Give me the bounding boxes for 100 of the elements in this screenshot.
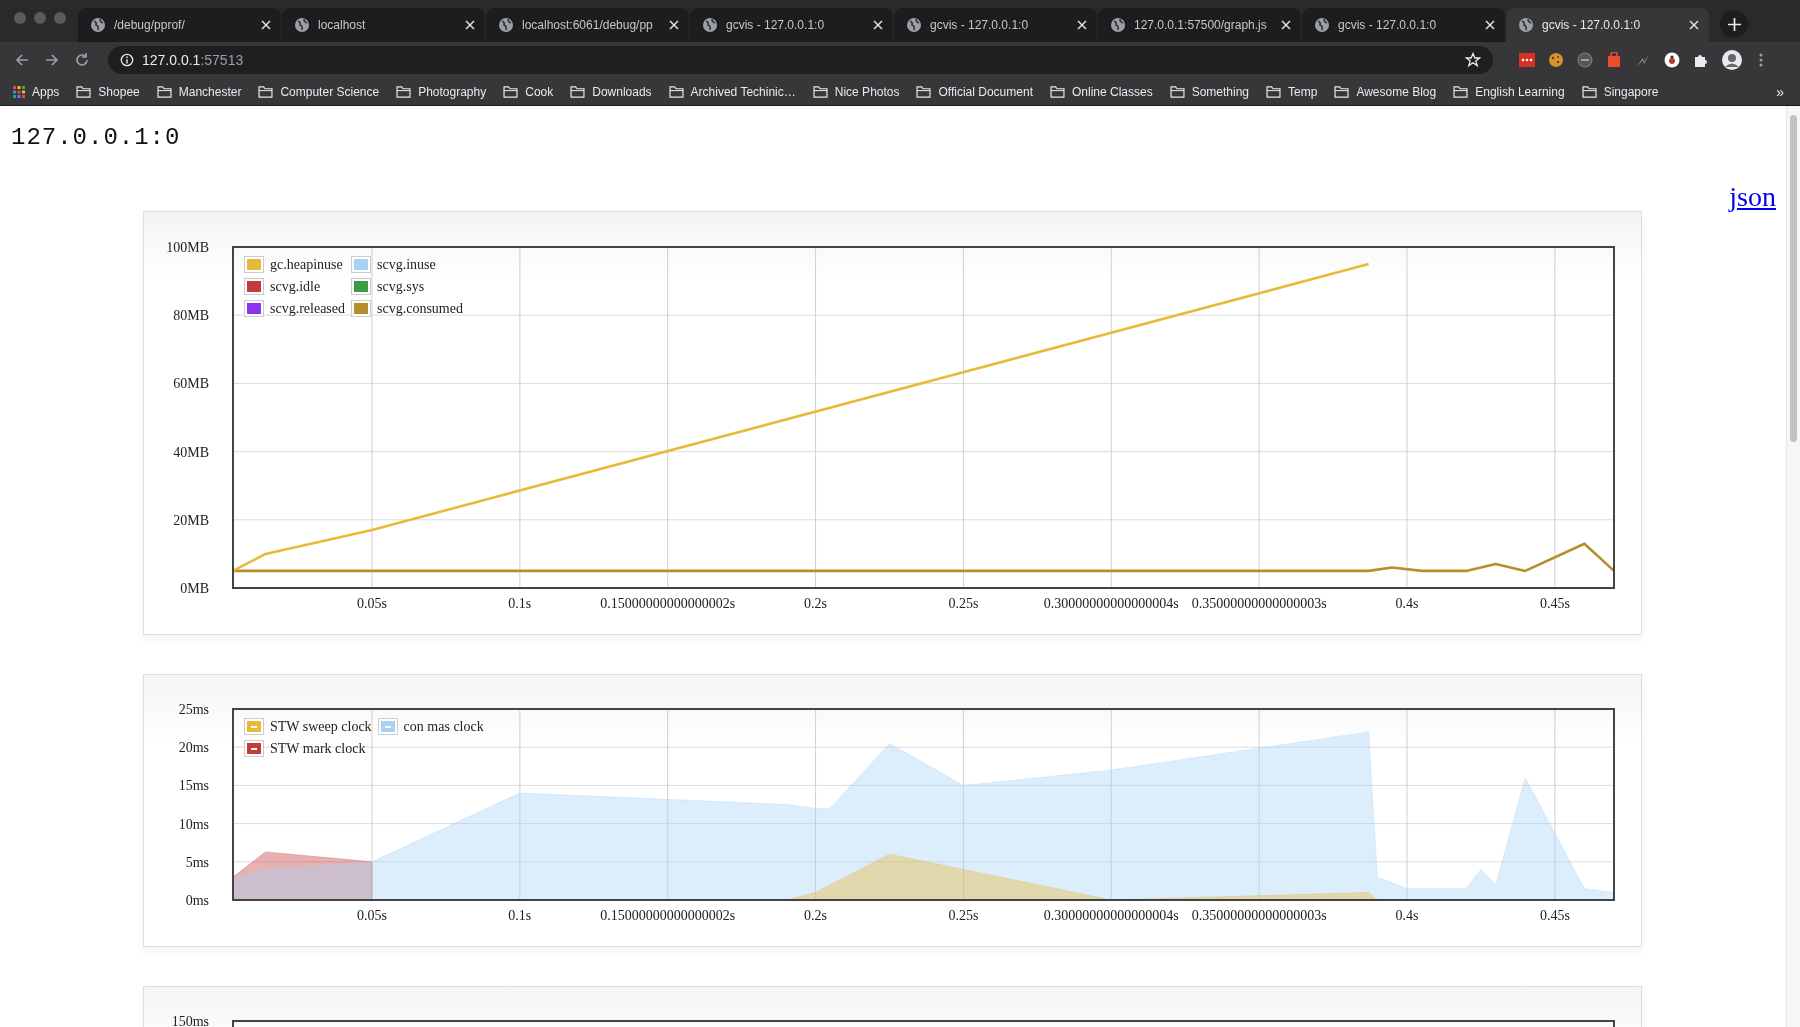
y-axis-label: 15ms bbox=[178, 778, 209, 794]
bug-icon[interactable] bbox=[1664, 52, 1680, 68]
folder-icon bbox=[76, 85, 92, 98]
folder-icon bbox=[1334, 85, 1350, 98]
cookie-icon[interactable] bbox=[1548, 52, 1564, 68]
reload-icon[interactable] bbox=[74, 52, 90, 68]
folder-icon bbox=[1169, 85, 1185, 98]
folder-icon bbox=[1266, 85, 1282, 98]
browser-tab[interactable]: gcvis - 127.0.0.1:0 bbox=[1506, 8, 1709, 42]
json-link[interactable]: json bbox=[1729, 183, 1776, 211]
globe-icon bbox=[498, 17, 514, 33]
bookmark-folder[interactable]: Online Classes bbox=[1049, 84, 1153, 99]
x-axis-label: 0.35000000000000003s bbox=[1191, 908, 1327, 923]
forward-icon[interactable] bbox=[44, 52, 60, 68]
folder-icon bbox=[1453, 85, 1469, 98]
browser-tab[interactable]: gcvis - 127.0.0.1:0 bbox=[894, 8, 1097, 42]
bookmark-folder[interactable]: English Learning bbox=[1453, 84, 1565, 99]
legend-label: scvg.consumed bbox=[377, 300, 463, 317]
folder-icon bbox=[503, 85, 519, 98]
folder-icon bbox=[1581, 85, 1597, 98]
globe-icon bbox=[90, 17, 106, 33]
legend-swatch[interactable] bbox=[244, 718, 264, 735]
browser-tab[interactable]: 127.0.0.1:57500/graph.js bbox=[1098, 8, 1301, 42]
bookmark-folder[interactable]: Temp bbox=[1266, 84, 1318, 99]
x-axis-label: 0.15000000000000002s bbox=[600, 596, 736, 611]
close-icon[interactable] bbox=[873, 20, 883, 30]
x-axis-label: 0.25s bbox=[948, 596, 979, 611]
x-axis-label: 0.30000000000000004s bbox=[1043, 596, 1179, 611]
y-axis-label: 40MB bbox=[173, 444, 209, 460]
bookmark-folder[interactable]: Cook bbox=[503, 84, 554, 99]
bookmark-folder[interactable]: Shopee bbox=[76, 84, 140, 99]
x-axis-label: 0.05s bbox=[357, 908, 387, 923]
browser-tab[interactable]: gcvis - 127.0.0.1:0 bbox=[690, 8, 893, 42]
shopping-bag-icon[interactable] bbox=[1606, 52, 1622, 68]
globe-icon bbox=[1314, 17, 1330, 33]
globe-icon bbox=[294, 17, 310, 33]
close-icon[interactable] bbox=[1077, 20, 1087, 30]
profile-avatar[interactable] bbox=[1722, 50, 1742, 70]
back-icon[interactable] bbox=[14, 52, 30, 68]
legend-label: scvg.inuse bbox=[377, 256, 436, 273]
y-axis-label: 20MB bbox=[173, 512, 209, 528]
folder-icon bbox=[812, 85, 828, 98]
legend-swatch[interactable] bbox=[377, 718, 398, 735]
y-axis-label: 0MB bbox=[180, 581, 209, 596]
close-icon[interactable] bbox=[1689, 20, 1699, 30]
legend-swatch[interactable] bbox=[351, 256, 372, 273]
browser-tab[interactable]: /debug/pprof/ bbox=[78, 8, 281, 42]
dots-extension-icon[interactable] bbox=[1519, 52, 1535, 68]
circle-badge-icon[interactable] bbox=[1577, 52, 1593, 68]
browser-tab[interactable]: localhost bbox=[282, 8, 485, 42]
close-icon[interactable] bbox=[1485, 20, 1495, 30]
legend-label: scvg.released bbox=[270, 300, 346, 317]
legend-swatch[interactable] bbox=[244, 278, 264, 295]
bookmark-folder[interactable]: Photography bbox=[396, 84, 487, 99]
folder-icon bbox=[396, 85, 412, 98]
globe-icon bbox=[1518, 17, 1534, 33]
globe-icon bbox=[1110, 17, 1126, 33]
legend-swatch[interactable] bbox=[244, 740, 264, 757]
address-host: 127.0.0.1 bbox=[142, 52, 201, 68]
bookmark-folder[interactable]: Computer Science bbox=[258, 84, 380, 99]
plus-icon bbox=[1727, 17, 1741, 31]
menu-icon[interactable] bbox=[1759, 52, 1763, 68]
close-icon[interactable] bbox=[261, 20, 271, 30]
x-axis-label: 0.4s bbox=[1395, 908, 1419, 923]
legend-swatch[interactable] bbox=[351, 300, 372, 317]
y-axis-label: 5ms bbox=[185, 854, 209, 870]
legend-swatch[interactable] bbox=[244, 300, 264, 317]
info-icon[interactable] bbox=[120, 53, 134, 67]
legend-swatch[interactable] bbox=[244, 256, 264, 273]
legend-label: con mas clock bbox=[403, 718, 484, 735]
globe-icon bbox=[906, 17, 922, 33]
star-icon[interactable] bbox=[1465, 52, 1481, 68]
browser-tab[interactable]: localhost:6061/debug/pp bbox=[486, 8, 689, 42]
browser-tab[interactable]: gcvis - 127.0.0.1:0 bbox=[1302, 8, 1505, 42]
close-icon[interactable] bbox=[1281, 20, 1291, 30]
x-axis-label: 0.25s bbox=[948, 908, 979, 923]
bookmark-folder[interactable]: Downloads bbox=[570, 84, 652, 99]
folder-icon bbox=[156, 85, 172, 98]
legend-swatch[interactable] bbox=[351, 278, 372, 295]
bookmark-folder[interactable]: Something bbox=[1169, 84, 1250, 99]
x-axis-label: 0.4s bbox=[1395, 596, 1419, 611]
bookmark-folder[interactable]: Awesome Blog bbox=[1334, 84, 1437, 99]
new-tab-button[interactable] bbox=[1720, 10, 1748, 38]
x-axis-label: 0.45s bbox=[1539, 908, 1570, 923]
apps-grid-icon bbox=[13, 85, 25, 98]
globe-icon bbox=[702, 17, 718, 33]
close-icon[interactable] bbox=[465, 20, 475, 30]
x-axis-label: 0.15000000000000002s bbox=[600, 908, 736, 923]
scrollbar[interactable] bbox=[1786, 106, 1800, 1027]
close-icon[interactable] bbox=[669, 20, 679, 30]
puzzle-icon[interactable] bbox=[1693, 52, 1709, 68]
bookmark-folder[interactable]: Manchester bbox=[156, 84, 242, 99]
more-bookmarks-button[interactable]: » bbox=[1776, 83, 1784, 100]
folder-icon bbox=[916, 85, 932, 98]
apps-bookmark[interactable]: Apps bbox=[13, 84, 60, 99]
bookmark-folder[interactable]: Archived Techinic… bbox=[668, 84, 796, 99]
address-bar[interactable]: 127.0.0.1:57513 bbox=[108, 46, 1493, 74]
bookmark-folder[interactable]: Official Document bbox=[916, 84, 1033, 99]
bookmark-folder[interactable]: Singapore bbox=[1581, 84, 1659, 99]
bookmark-folder[interactable]: Nice Photos bbox=[812, 84, 900, 99]
